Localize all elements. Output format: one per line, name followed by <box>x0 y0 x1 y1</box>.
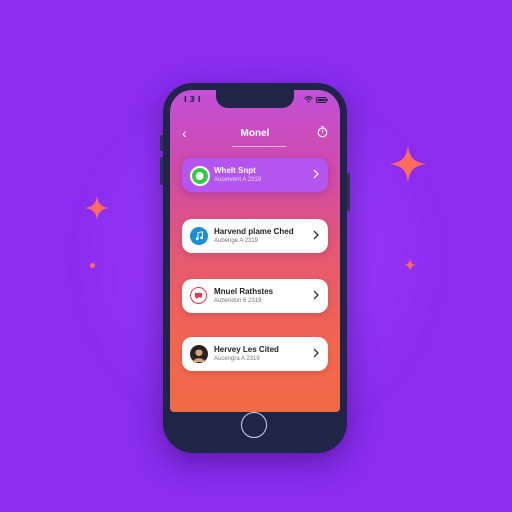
wifi-icon <box>304 96 313 103</box>
music-note-icon <box>190 227 208 245</box>
page-title: Monel <box>240 128 270 139</box>
list-item-title: Harvend plame Ched <box>214 227 294 236</box>
chevron-right-icon <box>313 290 319 300</box>
chevron-right-icon <box>313 230 319 240</box>
power-button <box>347 173 350 211</box>
list-item-title: Mnuel Rathstes <box>214 287 274 296</box>
nav-bar: ‹ Monel <box>170 122 340 148</box>
sparkle-small-right-icon <box>404 259 416 271</box>
list-item-title: Whelt Snpt <box>214 166 256 175</box>
list-item-subtitle: Aubendon 6 2319 <box>214 298 262 304</box>
list-item-subtitle: Aubenge A 2319 <box>214 238 259 244</box>
list-item-title: Hervey Les Cited <box>214 345 279 354</box>
battery-icon <box>316 96 328 103</box>
phone-screen: l 3 l ‹ Monel Whelt Snpt Aucervent A 231… <box>170 90 340 412</box>
dot-left-icon <box>90 263 95 268</box>
list-item-subtitle: Aucengra A 2319 <box>214 356 260 362</box>
timer-icon[interactable] <box>317 126 328 138</box>
chat-bubble-icon <box>190 287 207 304</box>
notch <box>216 90 294 108</box>
chevron-right-icon <box>313 348 319 358</box>
volume-down-button <box>160 157 163 185</box>
list-item-subtitle: Aucervent A 2319 <box>214 177 262 183</box>
list-item[interactable]: Whelt Snpt Aucervent A 2319 <box>182 158 328 192</box>
status-icons <box>304 96 328 103</box>
phone-device: l 3 l ‹ Monel Whelt Snpt Aucervent A 231… <box>160 83 350 453</box>
list-item[interactable]: Harvend plame Ched Aubenge A 2319 <box>182 219 328 253</box>
list-item[interactable]: Mnuel Rathstes Aubendon 6 2319 <box>182 279 328 313</box>
background: l 3 l ‹ Monel Whelt Snpt Aucervent A 231… <box>0 0 512 512</box>
avatar-icon <box>190 345 208 363</box>
sparkle-left-icon <box>85 196 109 220</box>
whatsapp-icon <box>190 166 210 186</box>
list-item[interactable]: Hervey Les Cited Aucengra A 2319 <box>182 337 328 371</box>
status-time: l 3 l <box>184 95 201 104</box>
volume-up-button <box>160 135 163 151</box>
home-button[interactable] <box>241 412 267 438</box>
chevron-right-icon <box>313 169 319 179</box>
sparkle-large-icon <box>390 146 426 182</box>
title-underline <box>232 146 286 147</box>
